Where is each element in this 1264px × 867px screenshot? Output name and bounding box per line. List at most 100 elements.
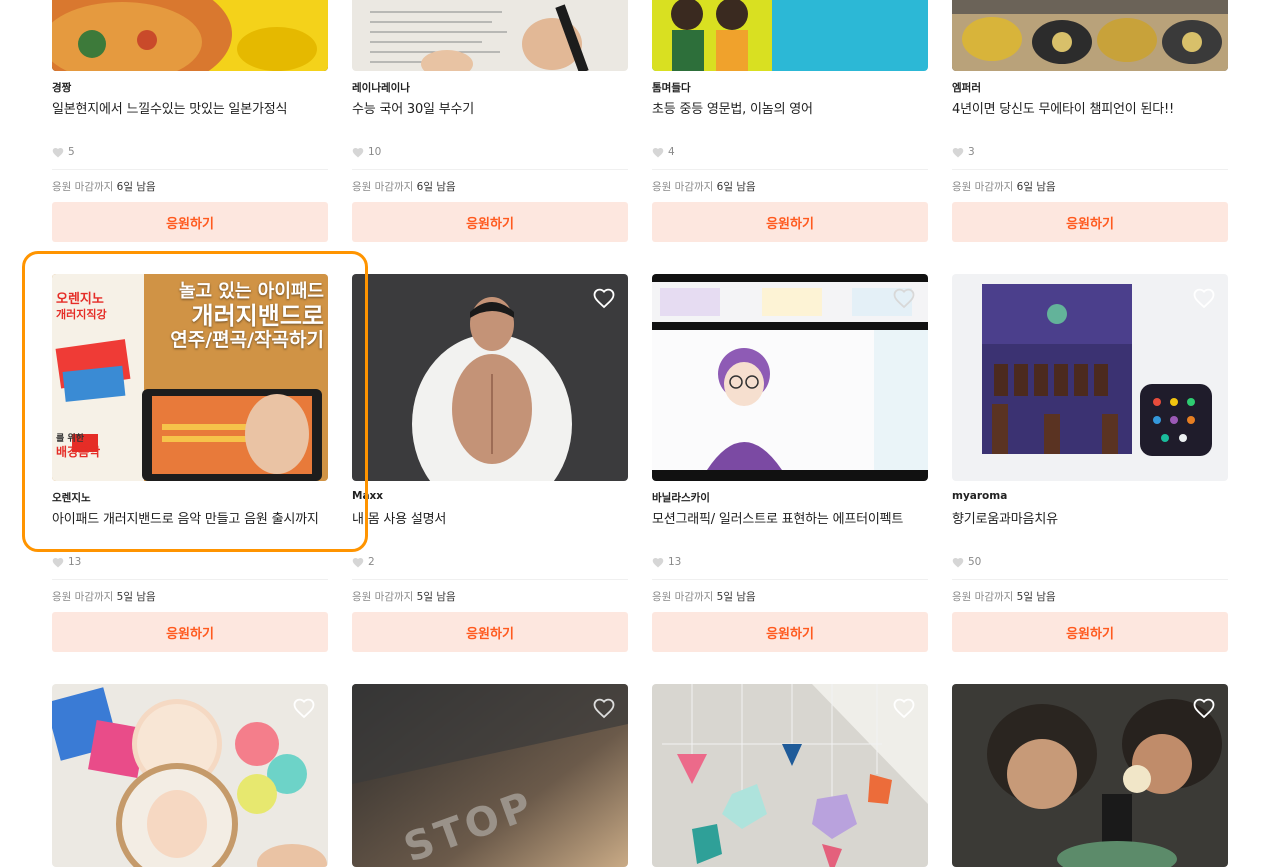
project-thumbnail[interactable] xyxy=(52,0,328,71)
book-cover-text: 오렌지노 개러지직강 xyxy=(56,292,140,321)
heart-icon xyxy=(352,557,364,567)
project-title[interactable]: 일본현지에서 느낄수있는 맛있는 일본가정식 xyxy=(52,98,287,117)
support-button[interactable]: 응원하기 xyxy=(652,202,928,242)
deadline-value: 5일 남음 xyxy=(1016,591,1056,603)
deadline-text: 응원 마감까지 5일 남음 xyxy=(952,589,1056,604)
project-title[interactable]: 4년이면 당신도 무에타이 챔피언이 된다!! xyxy=(952,98,1174,117)
deadline-prefix: 응원 마감까지 xyxy=(352,181,417,193)
project-thumbnail[interactable]: 놀고 있는 아이패드 개러지밴드로 연주/편곡/작곡하기 오렌지노 개러지직강 … xyxy=(52,274,328,481)
support-button[interactable]: 응원하기 xyxy=(352,612,628,652)
like-count: 50 xyxy=(952,556,981,568)
caption-line-3: 연주/편곡/작곡하기 xyxy=(170,329,324,352)
project-title[interactable]: 내 몸 사용 설명서 xyxy=(352,508,446,527)
like-count-value: 13 xyxy=(668,556,682,568)
project-title[interactable]: 모션그래픽/ 일러스트로 표현하는 에프터이펙트 xyxy=(652,508,903,527)
book-bottom-text: 를 위한 배경음악 xyxy=(56,434,136,460)
creator-name[interactable]: 엠퍼러 xyxy=(952,80,981,95)
deadline-prefix: 응원 마감까지 xyxy=(52,181,117,193)
creator-name[interactable]: 톰며들다 xyxy=(652,80,691,95)
heart-outline-icon[interactable] xyxy=(292,696,316,720)
divider xyxy=(652,169,928,170)
project-thumbnail[interactable] xyxy=(652,274,928,481)
like-count: 10 xyxy=(352,146,381,158)
heart-icon xyxy=(952,557,964,567)
like-count-value: 13 xyxy=(68,556,82,568)
deadline-prefix: 응원 마감까지 xyxy=(652,181,717,193)
funding-card-grid: 경짱 일본현지에서 느낄수있는 맛있는 일본가정식 5 응원 마감까지 6일 남… xyxy=(0,0,1264,867)
creator-name[interactable]: 바닐라스카이 xyxy=(652,490,710,505)
deadline-text: 응원 마감까지 5일 남음 xyxy=(652,589,756,604)
deadline-value: 6일 남음 xyxy=(1016,181,1056,193)
heart-outline-icon[interactable] xyxy=(892,696,916,720)
like-count: 13 xyxy=(52,556,81,568)
heart-outline-icon[interactable] xyxy=(1192,696,1216,720)
heart-icon xyxy=(52,557,64,567)
divider xyxy=(952,579,1228,580)
book-line-4: 배경음악 xyxy=(56,445,101,460)
divider xyxy=(352,169,628,170)
project-thumbnail[interactable] xyxy=(952,274,1228,481)
creator-name[interactable]: 레이나레이나 xyxy=(352,80,410,95)
deadline-value: 6일 남음 xyxy=(116,181,156,193)
deadline-prefix: 응원 마감까지 xyxy=(652,591,717,603)
creator-name[interactable]: myaroma xyxy=(952,490,1007,502)
project-thumbnail[interactable] xyxy=(952,0,1228,71)
support-button[interactable]: 응원하기 xyxy=(52,202,328,242)
like-count-value: 50 xyxy=(968,556,982,568)
deadline-prefix: 응원 마감까지 xyxy=(52,591,117,603)
divider xyxy=(652,579,928,580)
deadline-value: 5일 남음 xyxy=(416,591,456,603)
heart-outline-icon[interactable] xyxy=(1192,286,1216,310)
project-thumbnail[interactable] xyxy=(652,0,928,71)
like-count-value: 5 xyxy=(68,146,75,158)
deadline-text: 응원 마감까지 6일 남음 xyxy=(952,179,1056,194)
support-button[interactable]: 응원하기 xyxy=(952,612,1228,652)
deadline-text: 응원 마감까지 5일 남음 xyxy=(352,589,456,604)
caption-line-2: 개러지밴드로 xyxy=(191,301,324,330)
creator-name[interactable]: 경짱 xyxy=(52,80,71,95)
deadline-value: 5일 남음 xyxy=(116,591,156,603)
thumbnail-caption: 놀고 있는 아이패드 개러지밴드로 연주/편곡/작곡하기 xyxy=(140,281,324,352)
support-button[interactable]: 응원하기 xyxy=(652,612,928,652)
project-thumbnail[interactable]: STOP xyxy=(352,684,628,867)
project-thumbnail[interactable] xyxy=(652,684,928,867)
heart-icon xyxy=(652,147,664,157)
heart-icon xyxy=(652,557,664,567)
heart-icon xyxy=(352,147,364,157)
like-count: 13 xyxy=(652,556,681,568)
project-title[interactable]: 초등 중등 영문법, 이놈의 영어 xyxy=(652,98,813,117)
heart-outline-icon[interactable] xyxy=(592,286,616,310)
deadline-prefix: 응원 마감까지 xyxy=(952,591,1017,603)
book-line-2: 개러지직강 xyxy=(56,307,107,321)
book-line-1: 오렌지노 xyxy=(56,292,104,307)
like-count: 4 xyxy=(652,146,675,158)
deadline-text: 응원 마감까지 6일 남음 xyxy=(52,179,156,194)
caption-line-1: 놀고 있는 아이패드 xyxy=(178,281,324,302)
project-thumbnail[interactable] xyxy=(952,684,1228,867)
project-thumbnail[interactable] xyxy=(352,274,628,481)
deadline-text: 응원 마감까지 6일 남음 xyxy=(652,179,756,194)
heart-icon xyxy=(52,147,64,157)
deadline-prefix: 응원 마감까지 xyxy=(352,591,417,603)
like-count: 3 xyxy=(952,146,975,158)
divider xyxy=(52,579,328,580)
project-title[interactable]: 아이패드 개러지밴드로 음악 만들고 음원 출시까지 xyxy=(52,508,319,527)
support-button[interactable]: 응원하기 xyxy=(352,202,628,242)
project-thumbnail[interactable] xyxy=(352,0,628,71)
heart-outline-icon[interactable] xyxy=(892,286,916,310)
like-count-value: 2 xyxy=(368,556,375,568)
support-button[interactable]: 응원하기 xyxy=(952,202,1228,242)
creator-name[interactable]: 오렌지노 xyxy=(52,490,91,505)
heart-outline-icon[interactable] xyxy=(592,696,616,720)
project-title[interactable]: 향기로움과마음치유 xyxy=(952,508,1058,527)
project-title[interactable]: 수능 국어 30일 부수기 xyxy=(352,98,474,117)
like-count-value: 4 xyxy=(668,146,675,158)
deadline-value: 6일 남음 xyxy=(716,181,756,193)
support-button[interactable]: 응원하기 xyxy=(52,612,328,652)
like-count-value: 3 xyxy=(968,146,975,158)
heart-icon xyxy=(952,147,964,157)
book-line-3: 를 위한 xyxy=(56,434,84,444)
project-thumbnail[interactable] xyxy=(52,684,328,867)
creator-name[interactable]: Maxx xyxy=(352,490,383,502)
deadline-text: 응원 마감까지 6일 남음 xyxy=(352,179,456,194)
